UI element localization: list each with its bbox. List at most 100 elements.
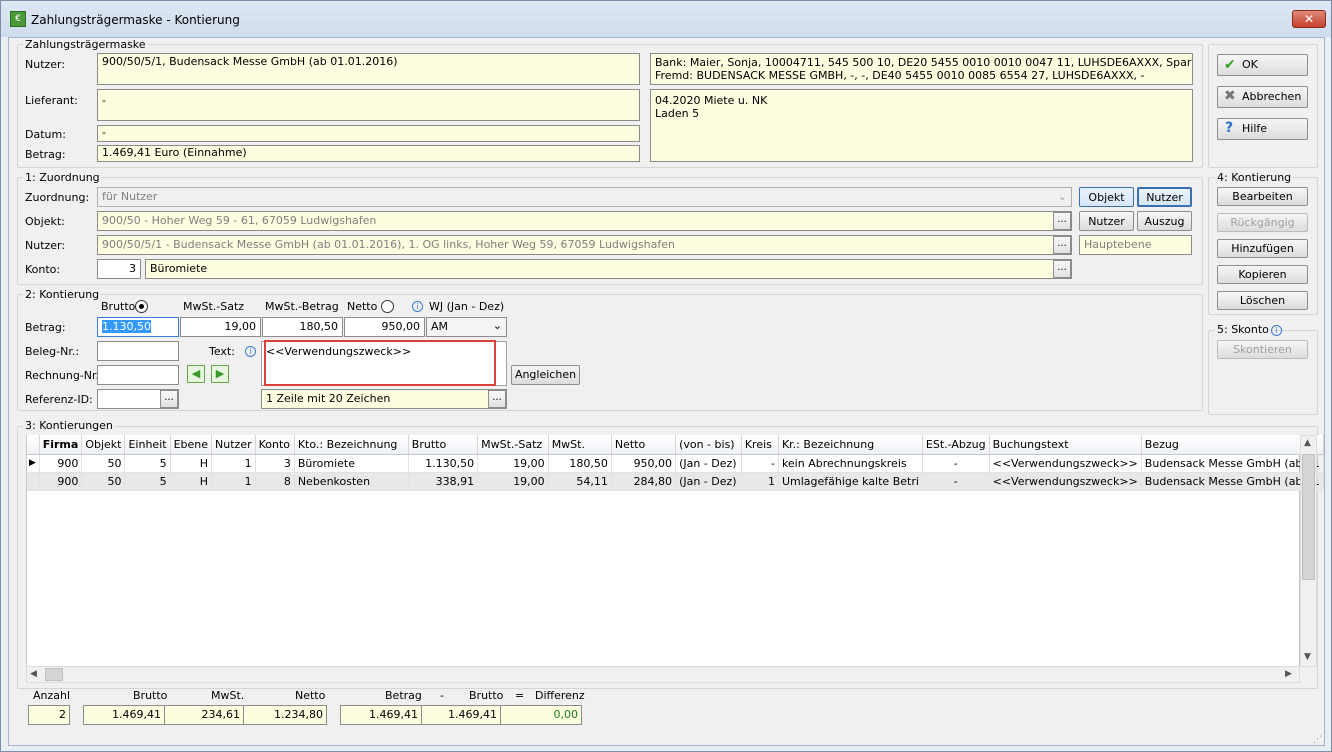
cell-buchungstext[interactable]: <<Verwendungszweck>> [989, 454, 1142, 473]
objekt-toggle-button[interactable]: Objekt [1079, 187, 1134, 207]
table-row[interactable]: 900 50 5 H 1 8 Nebenkosten 338,91 19,00 … [27, 472, 1325, 491]
cell-mwst-satz[interactable]: 19,00 [477, 472, 549, 491]
col-kr-bezeichnung[interactable]: Kr.: Bezeichnung [778, 435, 923, 455]
auszug-button[interactable]: Auszug [1137, 211, 1192, 231]
netto-input[interactable]: 950,00 [344, 317, 425, 337]
cell-firma[interactable]: 900 [39, 472, 83, 491]
cell-brutto[interactable]: 1.130,50 [408, 454, 479, 473]
col-konto[interactable]: Konto [255, 435, 295, 455]
cell-mwst-satz[interactable]: 19,00 [477, 454, 549, 473]
cell-kto-bezeichnung[interactable]: Büromiete [294, 454, 409, 473]
cell-objekt[interactable]: 50 [81, 472, 126, 491]
cell-buchungstext[interactable]: <<Verwendungszweck>> [989, 472, 1142, 491]
vertical-scrollbar[interactable]: ▲ ▼ [1300, 435, 1317, 667]
col-ebene[interactable]: Ebene [170, 435, 213, 455]
brutto-radio[interactable] [135, 300, 148, 313]
cell-netto[interactable]: 284,80 [611, 472, 677, 491]
angleichen-button[interactable]: Angleichen [511, 365, 580, 385]
col-einheit[interactable]: Einheit [124, 435, 171, 455]
beleg-input[interactable] [97, 341, 179, 361]
cell-kto-bezeichnung[interactable]: Nebenkosten [294, 472, 409, 491]
scroll-up-icon[interactable]: ▲ [1304, 438, 1311, 448]
col-kreis[interactable]: Kreis [741, 435, 779, 455]
nutzer-toggle-button[interactable]: Nutzer [1137, 187, 1192, 207]
resize-grip-icon[interactable]: ⋰ [1313, 735, 1323, 745]
cell-kr-bezeichnung[interactable]: Umlagefähige kalte Betri [778, 472, 923, 491]
hilfe-button[interactable]: ? Hilfe [1217, 118, 1308, 140]
horizontal-scroll-thumb[interactable] [45, 668, 63, 681]
kopieren-button[interactable]: Kopieren [1217, 265, 1308, 284]
cell-einheit[interactable]: 5 [124, 454, 171, 473]
horizontal-scrollbar[interactable]: ◀ ▶ [26, 666, 1300, 683]
nutzer-field[interactable]: 900/50/5/1, Budensack Messe GmbH (ab 01.… [97, 53, 640, 85]
zeilen-browse-button[interactable]: ... [488, 390, 506, 408]
cell-mwst[interactable]: 54,11 [548, 472, 612, 491]
objekt-browse-button[interactable]: ... [1053, 212, 1071, 230]
memo-field[interactable]: 04.2020 Miete u. NK Laden 5 [650, 89, 1193, 162]
hinzufuegen-button[interactable]: Hinzufügen [1217, 239, 1308, 258]
table-row[interactable]: ▶ 900 50 5 H 1 3 Büromiete 1.130,50 19,0… [27, 454, 1325, 473]
col-firma[interactable]: Firma [39, 435, 83, 455]
brutto-input[interactable]: 1.130,50 [97, 317, 179, 337]
cell-kreis[interactable]: 1 [741, 472, 779, 491]
col-mwst-satz[interactable]: MwSt.-Satz [477, 435, 549, 455]
betrag-field[interactable]: 1.469,41 Euro (Einnahme) [97, 145, 640, 162]
col-netto[interactable]: Netto [611, 435, 677, 455]
cell-bezug[interactable]: Budensack Messe GmbH (ab 01 [1141, 454, 1325, 473]
datum-field[interactable]: - [97, 125, 640, 142]
cell-ebene[interactable]: H [170, 454, 213, 473]
cell-est-abzug[interactable]: - [922, 472, 990, 491]
cell-einheit[interactable]: 5 [124, 472, 171, 491]
col-buchungstext[interactable]: Buchungstext [989, 435, 1142, 455]
cell-mwst[interactable]: 180,50 [548, 454, 612, 473]
col-objekt[interactable]: Objekt [81, 435, 126, 455]
col-bezug[interactable]: Bezug [1141, 435, 1325, 455]
zuordnung-select[interactable]: für Nutzer ⌄ [97, 187, 1072, 207]
cell-brutto[interactable]: 338,91 [408, 472, 479, 491]
lieferant-field[interactable]: - [97, 89, 640, 121]
bank-field[interactable]: Bank: Maier, Sonja, 10004711, 545 500 10… [650, 53, 1193, 85]
cell-konto[interactable]: 8 [255, 472, 295, 491]
objekt-field[interactable]: 900/50 - Hoher Weg 59 - 61, 67059 Ludwig… [97, 211, 1072, 231]
skontieren-button[interactable]: Skontieren [1217, 340, 1308, 359]
cell-von-bis[interactable]: (Jan - Dez) [675, 472, 742, 491]
col-nutzer[interactable]: Nutzer [211, 435, 256, 455]
scroll-right-icon[interactable]: ▶ [1285, 669, 1292, 679]
cell-nutzer[interactable]: 1 [211, 472, 256, 491]
konto-nr-field[interactable]: 3 [97, 259, 141, 279]
cell-von-bis[interactable]: (Jan - Dez) [675, 454, 742, 473]
loeschen-button[interactable]: Löschen [1217, 291, 1308, 310]
cell-ebene[interactable]: H [170, 472, 213, 491]
wj-info-icon[interactable]: i [412, 301, 423, 312]
cell-bezug[interactable]: Budensack Messe GmbH (ab 01 [1141, 472, 1325, 491]
nutzer-button[interactable]: Nutzer [1079, 211, 1134, 231]
arrow-right-icon[interactable]: ▶ [211, 365, 229, 383]
cell-kr-bezeichnung[interactable]: kein Abrechnungskreis [778, 454, 923, 473]
close-button[interactable]: ✕ [1292, 10, 1326, 28]
arrow-left-icon[interactable]: ◀ [187, 365, 205, 383]
cell-firma[interactable]: 900 [39, 454, 83, 473]
scroll-left-icon[interactable]: ◀ [30, 669, 37, 679]
col-brutto[interactable]: Brutto [408, 435, 479, 455]
skonto-info-icon[interactable]: i [1271, 325, 1282, 336]
col-est-abzug[interactable]: ESt.-Abzug [922, 435, 990, 455]
cell-kreis[interactable]: - [741, 454, 779, 473]
scroll-down-icon[interactable]: ▼ [1304, 652, 1311, 662]
vertical-scroll-thumb[interactable] [1302, 454, 1315, 580]
abbrechen-button[interactable]: ✖ Abbrechen [1217, 86, 1308, 108]
cell-konto[interactable]: 3 [255, 454, 295, 473]
cell-netto[interactable]: 950,00 [611, 454, 677, 473]
col-kto-bezeichnung[interactable]: Kto.: Bezeichnung [294, 435, 409, 455]
bearbeiten-button[interactable]: Bearbeiten [1217, 187, 1308, 206]
wj-select[interactable]: AM ⌄ [426, 317, 507, 337]
rechnung-input[interactable] [97, 365, 179, 385]
cell-objekt[interactable]: 50 [81, 454, 126, 473]
mwst-satz-input[interactable]: 19,00 [180, 317, 261, 337]
cell-est-abzug[interactable]: - [922, 454, 990, 473]
referenz-browse-button[interactable]: ... [160, 390, 178, 408]
title-bar[interactable]: € Zahlungsträgermaske - Kontierung ✕ [1, 1, 1331, 37]
cell-nutzer[interactable]: 1 [211, 454, 256, 473]
text-info-icon[interactable]: i [245, 346, 256, 357]
col-mwst[interactable]: MwSt. [548, 435, 612, 455]
nutzer-field-2[interactable]: 900/50/5/1 - Budensack Messe GmbH (ab 01… [97, 235, 1072, 255]
